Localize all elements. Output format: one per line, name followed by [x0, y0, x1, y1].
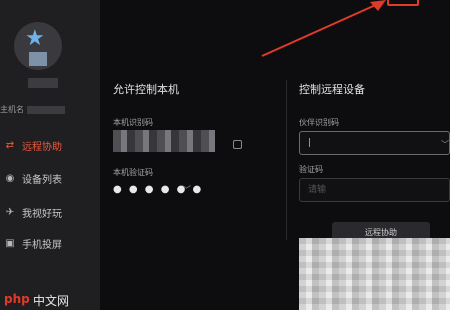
control-remote-title: 控制远程设备 [299, 83, 365, 96]
local-code-label: 本机验证码 [113, 168, 153, 177]
watermark-text: 中文网 [33, 294, 70, 308]
local-id-redacted [113, 130, 215, 152]
remote-code-label: 验证码 [299, 165, 323, 174]
chevron-down-icon[interactable]: ﹀ [441, 139, 449, 150]
watermark-logo: php [4, 292, 30, 306]
annotation-box [387, 0, 419, 6]
chevron-down-icon[interactable]: ﹀ [182, 183, 191, 196]
redacted-area [299, 238, 450, 310]
partner-id-input[interactable] [299, 131, 450, 155]
copy-icon[interactable] [233, 140, 242, 149]
partner-id-label: 伙伴识别码 [299, 118, 339, 127]
allow-control-title: 允许控制本机 [113, 83, 179, 96]
local-id-label: 本机识别码 [113, 118, 153, 127]
remote-code-input[interactable] [299, 178, 450, 202]
panel-divider [286, 80, 287, 240]
